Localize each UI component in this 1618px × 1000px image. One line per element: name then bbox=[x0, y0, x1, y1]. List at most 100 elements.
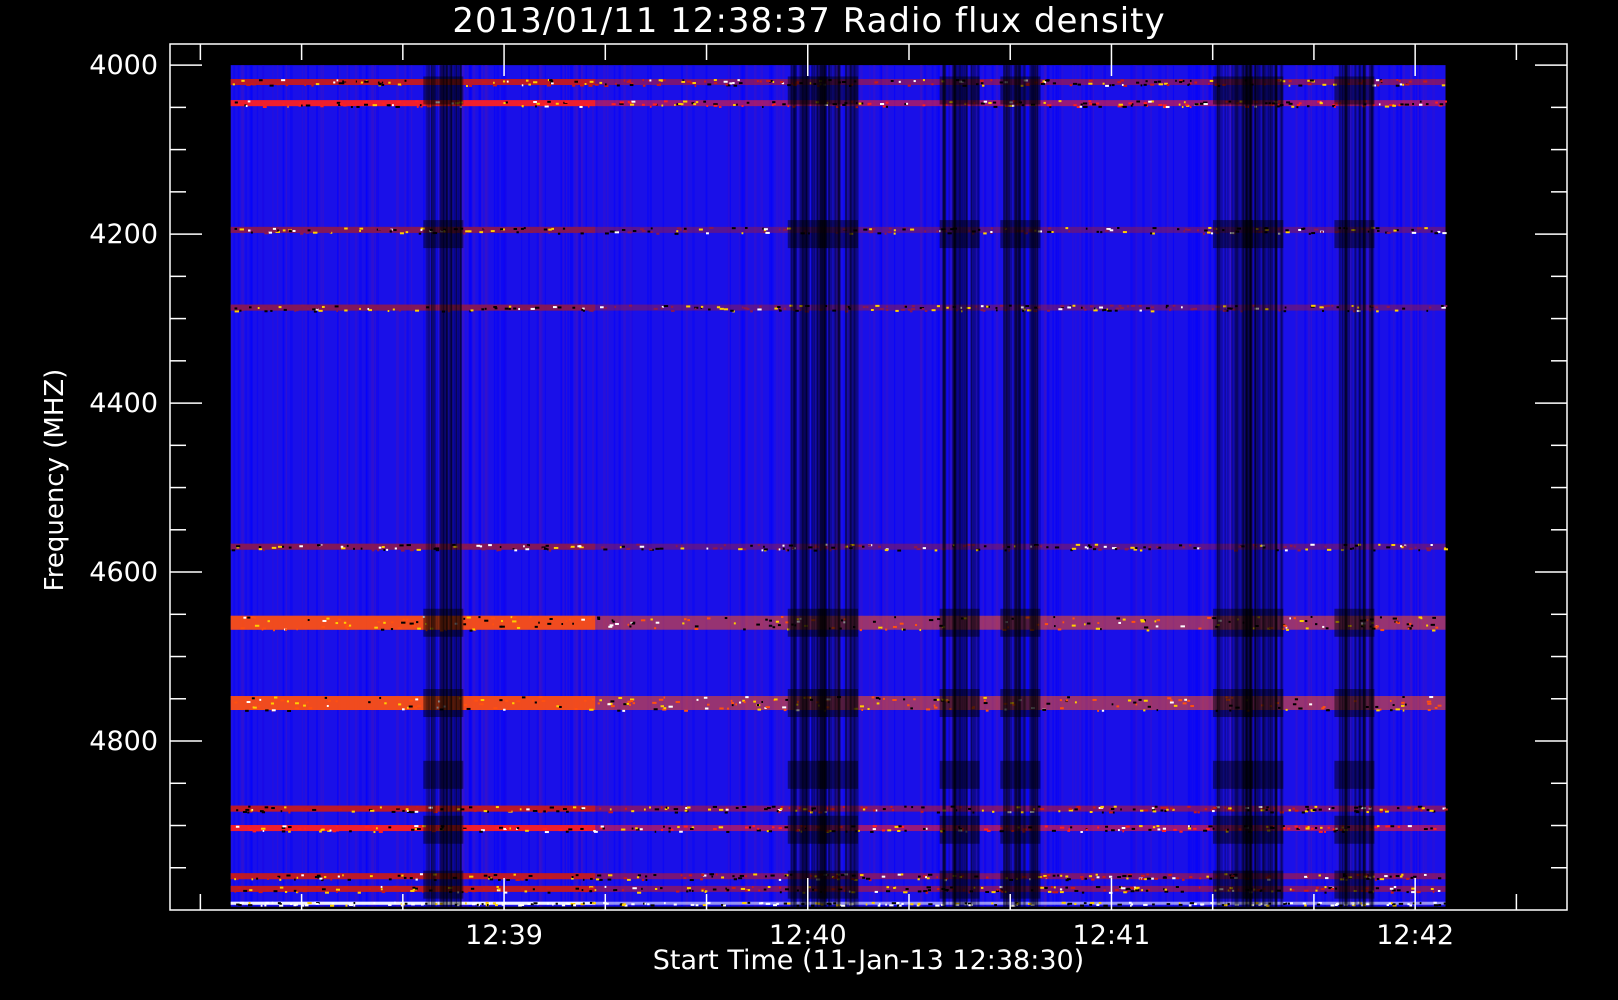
heatmap-column bbox=[301, 65, 303, 907]
heatmap-column bbox=[1135, 65, 1138, 907]
emission-band-segment bbox=[230, 543, 596, 550]
band-speckle bbox=[574, 547, 579, 550]
band-speckle bbox=[1092, 103, 1097, 106]
band-speckle bbox=[650, 230, 653, 233]
band-speckle bbox=[587, 230, 593, 233]
band-speckle bbox=[533, 877, 538, 880]
band-speckle bbox=[743, 628, 746, 631]
band-speckle bbox=[589, 887, 593, 890]
heatmap-column bbox=[1103, 65, 1106, 907]
band-speckle bbox=[707, 703, 710, 706]
band-speckle bbox=[1145, 80, 1148, 83]
band-speckle bbox=[1120, 79, 1125, 82]
band-speckle bbox=[1287, 902, 1290, 905]
band-speckle bbox=[636, 876, 640, 879]
band-speckle bbox=[1315, 623, 1318, 626]
band-speckle bbox=[547, 891, 551, 894]
band-speckle bbox=[603, 548, 608, 551]
dark-patch bbox=[1334, 220, 1375, 249]
band-speckle bbox=[689, 889, 692, 892]
heatmap-column bbox=[320, 65, 323, 907]
band-speckle bbox=[477, 805, 481, 808]
band-speckle bbox=[1076, 106, 1080, 109]
band-speckle bbox=[239, 228, 245, 231]
band-speckle bbox=[488, 544, 492, 547]
band-speckle bbox=[1094, 543, 1099, 546]
band-speckle bbox=[336, 101, 341, 104]
band-speckle bbox=[572, 622, 574, 625]
band-speckle bbox=[1314, 805, 1318, 808]
band-speckle bbox=[1065, 875, 1069, 878]
band-speckle bbox=[1305, 627, 1309, 630]
band-speckle bbox=[534, 625, 538, 628]
band-speckle bbox=[492, 623, 495, 626]
band-speckle bbox=[547, 548, 549, 551]
band-speckle bbox=[1074, 701, 1077, 704]
band-speckle bbox=[368, 701, 371, 704]
band-speckle bbox=[271, 546, 277, 549]
band-speckle bbox=[1306, 105, 1310, 108]
band-speckle bbox=[377, 549, 380, 552]
band-speckle bbox=[343, 104, 347, 107]
band-speckle bbox=[320, 105, 324, 108]
band-speckle bbox=[903, 698, 906, 701]
band-speckle bbox=[1395, 621, 1398, 624]
dark-patch bbox=[1334, 815, 1375, 844]
heatmap-column bbox=[595, 65, 598, 907]
heatmap-column bbox=[778, 65, 781, 907]
band-speckle bbox=[682, 100, 688, 103]
band-speckle bbox=[483, 227, 486, 230]
band-speckle bbox=[993, 105, 998, 108]
dark-patch bbox=[818, 76, 859, 105]
band-speckle bbox=[870, 308, 874, 311]
band-speckle bbox=[332, 830, 336, 833]
band-speckle bbox=[506, 80, 509, 83]
band-speckle bbox=[512, 79, 516, 82]
band-speckle bbox=[1095, 886, 1101, 889]
band-speckle bbox=[1386, 306, 1390, 309]
band-speckle bbox=[391, 104, 394, 107]
band-speckle bbox=[1139, 878, 1142, 881]
heatmap-column bbox=[233, 65, 236, 907]
band-speckle bbox=[546, 887, 551, 890]
band-speckle bbox=[1396, 79, 1399, 82]
band-speckle bbox=[419, 873, 423, 876]
band-speckle bbox=[605, 83, 607, 86]
heatmap-column bbox=[745, 65, 748, 907]
band-speckle bbox=[903, 891, 908, 894]
dark-patch bbox=[818, 760, 859, 789]
band-speckle bbox=[783, 228, 788, 231]
band-speckle bbox=[780, 616, 784, 619]
band-speckle bbox=[499, 826, 503, 829]
band-speckle bbox=[349, 830, 352, 833]
band-speckle bbox=[608, 625, 613, 628]
band-speckle bbox=[1286, 628, 1289, 631]
band-speckle bbox=[730, 699, 733, 702]
band-speckle bbox=[658, 698, 664, 701]
band-speckle bbox=[518, 103, 520, 106]
band-speckle bbox=[1047, 874, 1051, 877]
heatmap-column bbox=[1208, 65, 1210, 907]
heatmap-column bbox=[894, 65, 896, 907]
band-speckle bbox=[1426, 700, 1432, 703]
band-speckle bbox=[750, 310, 753, 313]
band-speckle bbox=[890, 805, 893, 808]
band-speckle bbox=[585, 828, 588, 831]
band-speckle bbox=[652, 103, 657, 106]
band-speckle bbox=[1122, 231, 1127, 234]
band-speckle bbox=[299, 102, 302, 105]
band-speckle bbox=[280, 810, 283, 813]
band-speckle bbox=[694, 625, 699, 628]
band-speckle bbox=[247, 616, 251, 619]
band-speckle bbox=[1405, 703, 1407, 706]
band-speckle bbox=[772, 626, 776, 629]
band-speckle bbox=[580, 827, 584, 830]
band-speckle bbox=[870, 830, 874, 833]
band-speckle bbox=[1285, 625, 1287, 628]
band-speckle bbox=[1084, 308, 1087, 311]
band-speckle bbox=[900, 873, 904, 876]
band-speckle bbox=[398, 703, 402, 706]
band-speckle bbox=[343, 621, 347, 624]
band-speckle bbox=[899, 622, 904, 625]
band-speckle bbox=[1184, 698, 1188, 701]
